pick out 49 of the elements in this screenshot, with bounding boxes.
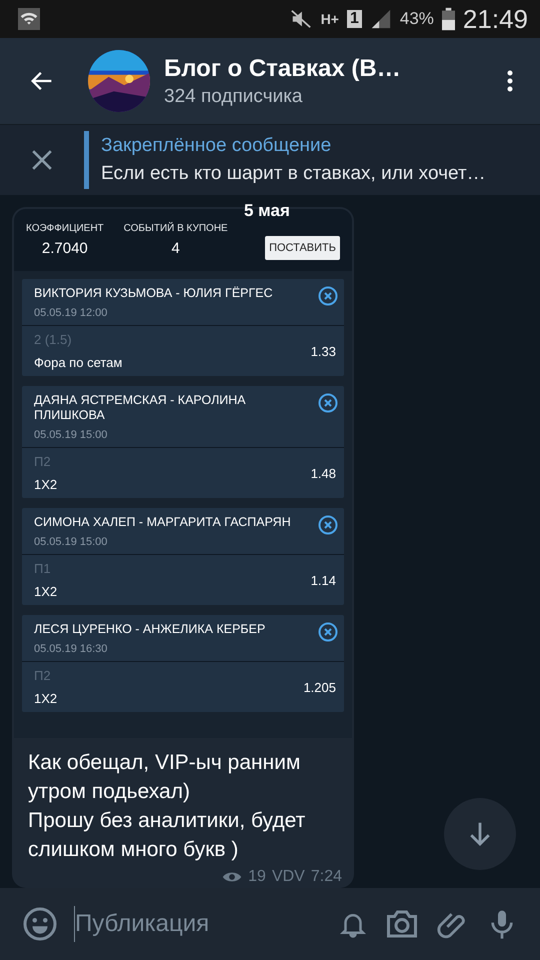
bet-odds: 1.33 bbox=[310, 344, 336, 358]
mute-icon bbox=[288, 8, 313, 30]
eye-icon bbox=[222, 870, 242, 884]
subscriber-count: 324 подписчика bbox=[164, 86, 304, 108]
clock: 21:49 bbox=[462, 4, 528, 34]
events-label: СОБЫТИЙ В КУПОНЕ bbox=[124, 223, 228, 234]
match-date: 05.05.19 16:30 bbox=[34, 643, 108, 655]
sim-indicator: 1 bbox=[346, 10, 362, 28]
view-count: 19 bbox=[248, 868, 266, 886]
match-title: ЛЕСЯ ЦУРЕНКО - АНЖЕЛИКА КЕРБЕР bbox=[34, 622, 266, 637]
pinned-label: Закреплённое сообщение bbox=[101, 135, 332, 157]
bet-odds: 1.48 bbox=[310, 466, 336, 480]
wifi-icon bbox=[18, 8, 40, 30]
match-date: 05.05.19 15:00 bbox=[34, 536, 108, 548]
emoji-button[interactable] bbox=[22, 906, 58, 942]
match-date: 05.05.19 12:00 bbox=[34, 307, 108, 319]
date-label: 5 мая bbox=[244, 201, 290, 221]
coefficient-label: КОЭФФИЦИЕНТ bbox=[26, 223, 104, 234]
bet-pick: П1 bbox=[34, 561, 52, 576]
remove-icon bbox=[318, 515, 338, 535]
close-icon[interactable] bbox=[31, 149, 53, 171]
channel-title: Блог о Ставках (В… bbox=[164, 54, 402, 82]
bet-market: 1X2 bbox=[34, 584, 58, 599]
bet-market: 1X2 bbox=[34, 477, 58, 492]
pinned-text: Если есть кто шарит в ставках, или хочет… bbox=[101, 163, 486, 185]
match-date: 05.05.19 15:00 bbox=[34, 429, 108, 441]
battery-percent: 43% bbox=[400, 9, 434, 29]
bet-market: 1X2 bbox=[34, 691, 58, 706]
match-title: ВИКТОРИЯ КУЗЬМОВА - ЮЛИЯ ГЁРГЕС bbox=[34, 286, 273, 301]
signal-icon bbox=[370, 8, 392, 30]
battery-icon bbox=[442, 7, 455, 31]
place-bet-button[interactable]: ПОСТАВИТЬ bbox=[265, 236, 340, 260]
events-count: 4 bbox=[172, 240, 180, 257]
bet-pick: П2 bbox=[34, 454, 52, 469]
match-title: СИМОНА ХАЛЕП - МАРГАРИТА ГАСПАРЯН bbox=[34, 515, 291, 530]
bet-market: Фора по сетам bbox=[34, 355, 122, 370]
remove-icon bbox=[318, 393, 338, 413]
bet-odds: 1.205 bbox=[303, 680, 336, 694]
message-text: Как обещал, VIP-ыч ранним утром подьехал) Прошу без аналитики, будет слишком много букв ) bbox=[27, 750, 306, 863]
coefficient-value: 2.7040 bbox=[42, 240, 88, 257]
bet-pick: 2 (1.5) bbox=[34, 332, 73, 347]
network-type: H+ bbox=[320, 11, 339, 27]
remove-icon bbox=[318, 622, 338, 642]
bet-pick: П2 bbox=[34, 668, 52, 683]
message-time: 7:24 bbox=[310, 868, 342, 886]
message-author: VDV bbox=[272, 868, 305, 886]
bet-odds: 1.14 bbox=[310, 572, 336, 588]
remove-icon bbox=[318, 286, 338, 306]
match-title: ДАЯНА ЯСТРЕМСКАЯ - КАРОЛИНА ПЛИШКОВА bbox=[34, 393, 247, 423]
